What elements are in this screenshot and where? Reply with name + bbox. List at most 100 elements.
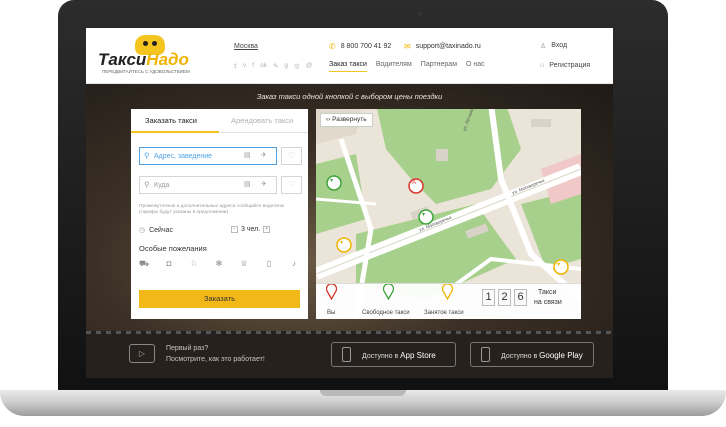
favorite-from-button[interactable]: ♡ [281, 147, 302, 165]
laptop-notch [320, 390, 406, 396]
main-nav: Заказ такси Водителям Партнерам О нас [329, 61, 485, 72]
legend-free-taxi: Свободное такси [362, 310, 410, 316]
googleplay-button[interactable]: Доступно в Google Play [470, 342, 594, 367]
heart-icon: ♡ [287, 180, 296, 189]
to-placeholder: Куда [154, 182, 170, 189]
twitter-icon[interactable]: 𝕥 [234, 62, 237, 70]
appstore-name: App Store [400, 351, 436, 360]
site-header: ТаксиНадо ПЕРЕДВИГАЙТЕСЬ С УДОВОЛЬСТВИЕМ… [86, 28, 613, 84]
phone-number: 8 800 700 41 92 [340, 43, 392, 50]
air-conditioner-icon[interactable]: ✻ [214, 259, 224, 269]
user-icon: ♙ [540, 43, 547, 50]
livejournal-icon[interactable]: ✎ [273, 62, 278, 70]
clock-icon: ◷ [139, 227, 146, 234]
phone-icon: ✆ [329, 42, 336, 51]
lock-icon: ⌂ [540, 62, 545, 69]
taxi-marker-icon[interactable]: ▾ [340, 239, 343, 246]
map-legend: Вы Свободное такси Занятое такси 1 2 6 Т… [316, 283, 581, 319]
taxi-marker-icon[interactable]: ▾ [330, 177, 333, 184]
baby-seat-icon[interactable]: ♕ [239, 259, 249, 269]
google-plus-icon[interactable]: g [284, 62, 288, 70]
nav-partners[interactable]: Партнерам [421, 61, 457, 72]
phone-device-icon [342, 347, 351, 362]
wishes-options: ⛟ ◘ ♘ ✻ ♕ ▯ ♪ [139, 259, 299, 269]
webcam [418, 11, 423, 16]
favorite-to-button[interactable]: ♡ [281, 176, 302, 194]
passenger-stepper: − 3 чел. + [231, 226, 271, 233]
appstore-button[interactable]: Доступно в App Store [331, 342, 456, 367]
appstore-label: Доступно в App Store [362, 351, 436, 360]
email-contact[interactable]: ✉ support@taxinado.ru [404, 42, 481, 51]
legend-busy-taxi: Занятое такси [424, 310, 464, 316]
nav-order-taxi[interactable]: Заказ такси [329, 61, 367, 72]
social-links: 𝕥 v f ok ✎ g ◎ @ [234, 62, 312, 70]
logo[interactable]: ТаксиНадо ПЕРЕДВИГАЙТЕСЬ С УДОВОЛЬСТВИЕМ [94, 35, 209, 78]
taxi-marker-icon[interactable]: ▾ [557, 261, 560, 268]
counter-label-online: на связи [534, 299, 562, 306]
googleplay-label: Доступно в Google Play [501, 351, 583, 360]
bottom-bar: ▷ Первый раз? Посмотрите, как это работа… [86, 334, 613, 378]
free-taxi-pin-icon [383, 284, 394, 300]
googleplay-prefix: Доступно в [501, 353, 538, 360]
airplane-icon[interactable]: ✈ [261, 180, 267, 188]
increase-passengers-button[interactable]: + [263, 226, 271, 233]
taxi-marker-icon[interactable]: ▾ [422, 211, 425, 218]
googleplay-name: Google Play [539, 351, 583, 360]
building-icon[interactable]: ▤ [244, 151, 251, 159]
login-link[interactable]: ♙ Вход [540, 42, 567, 50]
counter-label-taxi: Такси [538, 289, 557, 296]
heart-icon: ♡ [287, 151, 296, 160]
nav-drivers[interactable]: Водителям [376, 61, 412, 72]
location-pin-icon: ⚲ [144, 180, 150, 189]
expand-label: Развернуть [332, 116, 367, 123]
music-icon[interactable]: ♪ [289, 259, 299, 269]
wishes-title: Особые пожелания [139, 244, 207, 253]
logo-part1: Такси [98, 50, 147, 69]
you-pin-icon [326, 284, 337, 300]
email-address: support@taxinado.ru [415, 43, 481, 50]
to-address-input[interactable]: ⚲ Куда ▤ ✈ [139, 176, 277, 194]
you-marker-icon[interactable]: A [412, 180, 416, 186]
legend-you: Вы [327, 310, 336, 316]
phone-contact[interactable]: ✆ 8 800 700 41 92 [329, 42, 391, 51]
mailru-icon[interactable]: @ [306, 62, 313, 70]
odnoklassniki-icon[interactable]: ok [260, 62, 267, 70]
how-it-works-link[interactable]: Посмотрите, как это работает! [166, 356, 265, 363]
website-screen: ТаксиНадо ПЕРЕДВИГАЙТЕСЬ С УДОВОЛЬСТВИЕМ… [86, 28, 613, 378]
map-panel[interactable]: ул. Москворечье ул. Москворечье ул. Лётч… [316, 109, 581, 319]
luggage-icon[interactable]: ▯ [264, 259, 274, 269]
car-class-icon[interactable]: ⛟ [139, 259, 149, 269]
play-icon: ▷ [138, 349, 146, 358]
vk-icon[interactable]: v [243, 62, 246, 70]
tab-rent-taxi[interactable]: Арендовать такси [231, 116, 293, 125]
register-label: Регистрация [549, 62, 591, 69]
airplane-icon[interactable]: ✈ [261, 151, 267, 159]
decrease-passengers-button[interactable]: − [231, 226, 238, 233]
register-link[interactable]: ⌂ Регистрация [540, 62, 590, 69]
first-time-text: Первый раз? [166, 345, 209, 352]
city-selector[interactable]: Москва [234, 43, 258, 50]
facebook-icon[interactable]: f [252, 62, 254, 70]
nav-about[interactable]: О нас [466, 61, 485, 72]
from-address-input[interactable]: ⚲ Адрес, заведение ▤ ✈ [139, 147, 277, 165]
instagram-icon[interactable]: ◎ [294, 62, 300, 70]
expand-map-button[interactable]: ‹› Развернуть [320, 113, 373, 127]
play-video-button[interactable]: ▷ [129, 344, 155, 363]
counter-digit: 1 [482, 289, 495, 306]
laptop-mockup: ТаксиНадо ПЕРЕДВИГАЙТЕСЬ С УДОВОЛЬСТВИЕМ… [0, 0, 726, 427]
counter-digit: 2 [498, 289, 511, 306]
time-selector[interactable]: ◷ Сейчас [139, 226, 173, 235]
address-hint: Промежуточные и дополнительные адреса со… [139, 204, 285, 215]
child-seat-icon[interactable]: ◘ [164, 259, 174, 269]
building-icon[interactable]: ▤ [244, 180, 251, 188]
appstore-prefix: Доступно в [362, 353, 399, 360]
passenger-count: 3 чел. [241, 226, 261, 233]
active-tab-indicator [131, 131, 219, 133]
pet-icon[interactable]: ♘ [189, 259, 199, 269]
order-tabs: Заказать такси Арендовать такси [131, 109, 308, 133]
logo-text: ТаксиНадо [98, 50, 189, 70]
expand-arrows-icon: ‹› [326, 116, 331, 123]
tab-order-taxi[interactable]: Заказать такси [145, 116, 197, 125]
order-submit-button[interactable]: Заказать [139, 290, 300, 308]
location-pin-icon: ⚲ [144, 151, 150, 160]
